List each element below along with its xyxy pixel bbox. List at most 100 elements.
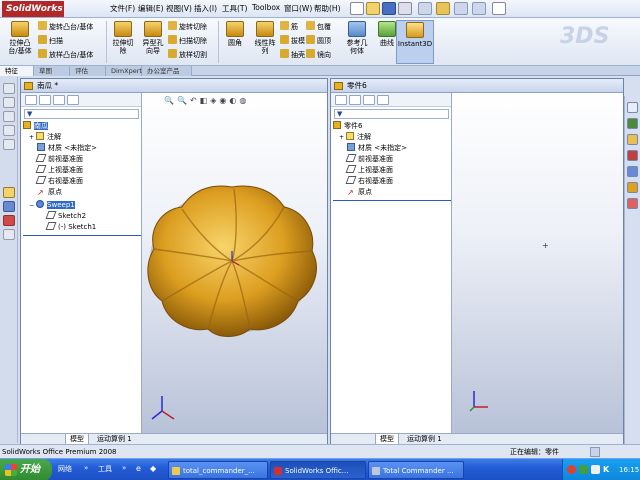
- extrude-cut-button[interactable]: 拉伸切 除: [108, 20, 138, 64]
- loft-boss-button[interactable]: 放样凸台/基体: [38, 49, 108, 60]
- feature-tree-tab-icon[interactable]: [335, 95, 347, 105]
- document-title-bar[interactable]: 南瓜 *: [21, 79, 327, 93]
- configuration-tab-icon[interactable]: [363, 95, 375, 105]
- menu-edit[interactable]: 编辑(E): [138, 3, 164, 14]
- tab-evaluate[interactable]: 评估: [70, 66, 106, 76]
- view-icon[interactable]: [3, 125, 15, 136]
- custom-properties-icon[interactable]: [627, 198, 638, 209]
- tree-item-material[interactable]: 材质 <未指定>: [23, 143, 141, 154]
- heads-up-view-toolbar[interactable]: 🔍🔍↶◧◈◉◐◍: [164, 96, 314, 106]
- tree-root[interactable]: 零件6: [333, 121, 451, 132]
- new-file-icon[interactable]: [350, 2, 364, 15]
- rollback-bar[interactable]: [23, 235, 141, 236]
- print-icon[interactable]: [398, 2, 412, 15]
- hole-wizard-button[interactable]: 异型孔 向导: [138, 20, 168, 64]
- search-icon[interactable]: [627, 150, 638, 161]
- shell-button[interactable]: 抽壳: [280, 49, 306, 60]
- quicklaunch-app-icon[interactable]: ◆: [150, 464, 156, 473]
- linear-pattern-button[interactable]: 线性阵 列: [250, 20, 280, 64]
- save-icon[interactable]: [382, 2, 396, 15]
- tree-item-front-plane[interactable]: 前视基准面: [23, 154, 141, 165]
- tree-item-top-plane[interactable]: 上视基准面: [333, 165, 451, 176]
- task-total-commander[interactable]: Total Commander ...: [368, 461, 464, 479]
- rebuild-icon[interactable]: [436, 2, 450, 15]
- menu-insert[interactable]: 插入(I): [194, 3, 217, 14]
- pan-icon[interactable]: [3, 97, 15, 108]
- rollback-bar[interactable]: [333, 200, 451, 201]
- dimxpert-tab-icon[interactable]: [67, 95, 79, 105]
- zoom-to-fit-icon[interactable]: 🔍: [164, 96, 177, 105]
- tree-root[interactable]: 南瓜: [23, 121, 141, 132]
- appearances-icon[interactable]: [627, 182, 638, 193]
- reference-geometry-button[interactable]: 参考几 何体: [342, 20, 372, 64]
- open-file-icon[interactable]: [366, 2, 380, 15]
- view-palette-icon[interactable]: [627, 166, 638, 177]
- property-manager-tab-icon[interactable]: [39, 95, 51, 105]
- feature-tree-tab-icon[interactable]: [25, 95, 37, 105]
- revolve-cut-button[interactable]: 旋转切除: [168, 21, 218, 32]
- document-title-bar[interactable]: 零件6: [331, 79, 623, 93]
- zoom-area-icon[interactable]: 🔍: [177, 96, 190, 105]
- menu-tools[interactable]: 工具(T): [222, 3, 247, 14]
- relations-icon[interactable]: [3, 215, 15, 226]
- task-total-commander-folder[interactable]: total_commander_...: [168, 461, 268, 479]
- filter-input[interactable]: ▼: [334, 109, 449, 119]
- menu-help[interactable]: 帮助(H): [314, 3, 341, 14]
- swept-cut-button[interactable]: 扫描切除: [168, 35, 218, 46]
- file-explorer-icon[interactable]: [627, 134, 638, 145]
- start-button[interactable]: 开始: [0, 459, 52, 480]
- section-view-icon[interactable]: ◧: [200, 96, 211, 105]
- tray-volume-icon[interactable]: [591, 465, 600, 474]
- pumpkin-model[interactable]: [142, 149, 327, 349]
- tree-item-sketch1[interactable]: (-) Sketch1: [23, 222, 141, 233]
- tab-dimxpert[interactable]: DimXpert: [106, 66, 142, 76]
- tree-item-annotations[interactable]: + 注解: [333, 132, 451, 143]
- sketch-icon[interactable]: [3, 187, 15, 198]
- section-icon[interactable]: [3, 139, 15, 150]
- line-icon[interactable]: [3, 229, 15, 240]
- task-solidworks[interactable]: SolidWorks Offic...: [270, 461, 366, 479]
- dimxpert-tab-icon[interactable]: [377, 95, 389, 105]
- instant3d-button[interactable]: Instant3D: [396, 20, 434, 64]
- zoom-icon[interactable]: [3, 83, 15, 94]
- undo-icon[interactable]: [418, 2, 432, 15]
- tray-network-icon[interactable]: [579, 465, 588, 474]
- previous-view-icon[interactable]: ↶: [190, 96, 200, 105]
- tray-app-icon[interactable]: [567, 465, 576, 474]
- help-icon[interactable]: [590, 447, 600, 457]
- sweep-button[interactable]: 扫描: [38, 35, 108, 46]
- tree-item-origin[interactable]: ↗ 原点: [23, 187, 141, 198]
- wrap-button[interactable]: 包覆: [306, 21, 342, 32]
- property-manager-tab-icon[interactable]: [349, 95, 361, 105]
- draft-button[interactable]: 拔模: [280, 35, 306, 46]
- graphics-viewport[interactable]: +: [452, 93, 623, 433]
- display-style-icon[interactable]: ◉: [219, 96, 229, 105]
- resources-icon[interactable]: [627, 102, 638, 113]
- menu-window[interactable]: 窗口(W): [284, 3, 312, 14]
- menu-view[interactable]: 视图(V): [166, 3, 192, 14]
- tab-features[interactable]: 特征: [0, 66, 34, 76]
- tree-item-top-plane[interactable]: 上视基准面: [23, 165, 141, 176]
- window-icon[interactable]: [492, 2, 506, 15]
- filter-input[interactable]: ▼: [24, 109, 139, 119]
- view-orientation-icon[interactable]: ◈: [210, 96, 219, 105]
- ie-icon[interactable]: e: [136, 464, 141, 473]
- appearance-icon[interactable]: ◍: [239, 96, 249, 105]
- tree-item-material[interactable]: 材质 <未指定>: [333, 143, 451, 154]
- tree-item-sweep[interactable]: − Sweep1: [23, 200, 141, 211]
- menu-file[interactable]: 文件(F): [110, 3, 135, 14]
- tab-office-products[interactable]: 办公室产品: [142, 66, 192, 76]
- graphics-viewport[interactable]: 🔍🔍↶◧◈◉◐◍: [142, 93, 327, 433]
- tray-k-icon[interactable]: K: [603, 459, 609, 480]
- smart-dimension-icon[interactable]: [3, 201, 15, 212]
- design-library-icon[interactable]: [627, 118, 638, 129]
- tree-item-right-plane[interactable]: 右视基准面: [23, 176, 141, 187]
- options-icon[interactable]: [472, 2, 486, 15]
- fillet-button[interactable]: 圆角: [220, 20, 250, 64]
- rotate-icon[interactable]: [3, 111, 15, 122]
- menu-toolbox[interactable]: Toolbox: [252, 3, 280, 12]
- quicklaunch-tools[interactable]: 工具: [98, 464, 112, 474]
- extrude-boss-button[interactable]: 拉伸凸 台/基体: [4, 20, 36, 64]
- tree-item-sketch2[interactable]: Sketch2: [23, 211, 141, 222]
- clock[interactable]: 16:15: [619, 459, 639, 480]
